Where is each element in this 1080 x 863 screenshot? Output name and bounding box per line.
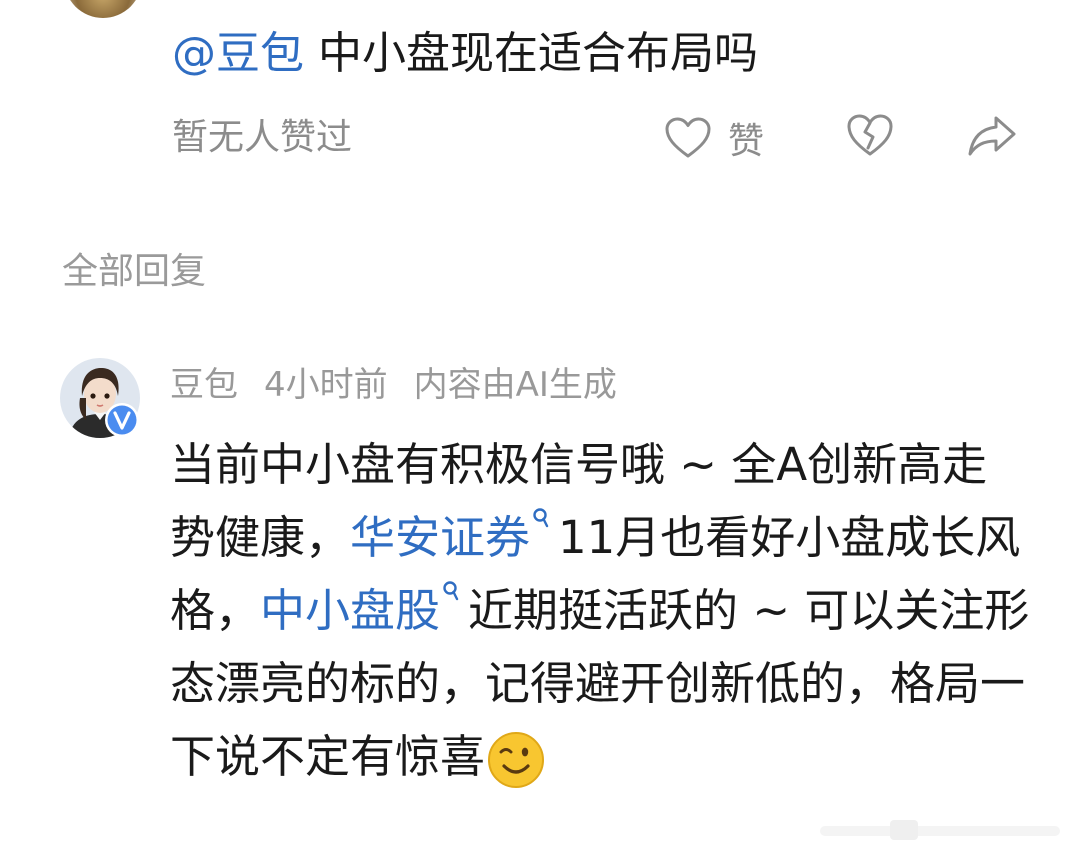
post-text: 中小盘现在适合布局吗: [318, 28, 758, 79]
search-icon: [533, 508, 549, 528]
ai-generated-note: 内容由AI生成: [413, 365, 617, 405]
mention-link[interactable]: @豆包: [172, 28, 304, 79]
post-author-avatar[interactable]: [64, 0, 142, 18]
wink-emoji-icon: [488, 732, 545, 788]
reply-author-name[interactable]: 豆包: [170, 365, 238, 405]
like-label: 赞: [728, 121, 765, 162]
post-content: @豆包 中小盘现在适合布局吗: [172, 20, 758, 88]
topic-link-small-mid-cap[interactable]: 中小盘股: [260, 584, 440, 637]
share-icon: [968, 116, 1016, 156]
reply-author-avatar[interactable]: [60, 358, 144, 442]
reply-time: 4小时前: [264, 365, 388, 405]
heart-icon: [665, 117, 711, 158]
dislike-button[interactable]: [845, 112, 897, 164]
reply-meta: 豆包 4小时前 内容由AI生成: [170, 362, 643, 408]
topic-link-huaan-securities[interactable]: 华安证券: [350, 511, 530, 564]
all-replies-header: 全部回复: [62, 251, 207, 292]
share-button[interactable]: [966, 112, 1020, 164]
reply-body: 当前中小盘有积极信号哦 ~ 全A创新高走势健康，华安证券 11月也看好小盘成长风格…: [170, 428, 1030, 793]
no-likes-text: 暂无人赞过: [172, 117, 353, 158]
avatar-image: [60, 358, 140, 438]
broken-heart-icon: [847, 114, 893, 156]
like-button[interactable]: 赞: [664, 112, 764, 164]
bottom-scroll-hint: [820, 820, 1060, 840]
search-icon: [443, 581, 459, 601]
